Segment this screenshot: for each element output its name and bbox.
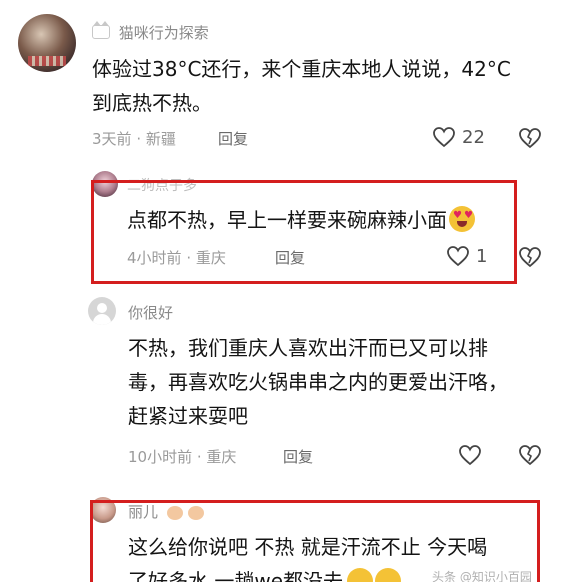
broken-heart-icon[interactable] <box>517 127 543 149</box>
reply-line: 毒，再喜欢吃火锅串串之内的更爱出汗咯， <box>128 370 508 394</box>
comment-username[interactable]: 猫咪行为探索 <box>92 20 209 43</box>
cat-icon <box>92 20 110 39</box>
reply-button[interactable]: 回复 <box>218 128 248 149</box>
reply-username[interactable]: 你很好 <box>128 302 173 323</box>
avatar[interactable] <box>18 14 76 72</box>
timestamp: 10小时前 <box>128 448 193 466</box>
like-count: 22 <box>462 126 485 148</box>
comment-meta: 3天前 · 新疆 <box>92 128 176 149</box>
timestamp: 3天前 <box>92 130 132 148</box>
reply-body: 不热，我们重庆人喜欢出汗而已又可以排 毒，再喜欢吃火锅串串之内的更爱出汗咯， 赶… <box>128 331 548 433</box>
highlight-box <box>90 500 540 582</box>
username-text: 猫咪行为探索 <box>118 24 209 42</box>
separator: · <box>131 130 146 148</box>
comment-line: 体验过38°C还行，来个重庆本地人说说，42°C <box>92 57 511 81</box>
comment-body: 体验过38°C还行，来个重庆本地人说说，42°C 到底热不热。 <box>92 52 552 120</box>
reply-meta: 10小时前 · 重庆 <box>128 446 236 467</box>
avatar[interactable] <box>88 297 116 325</box>
reply-line: 赶紧过来耍吧 <box>128 404 248 428</box>
separator: · <box>192 448 207 466</box>
like-button[interactable]: 22 <box>432 126 485 148</box>
reply-line: 不热，我们重庆人喜欢出汗而已又可以排 <box>128 336 488 360</box>
highlight-box <box>91 180 517 284</box>
comment-line: 到底热不热。 <box>92 91 212 115</box>
reply-button[interactable]: 回复 <box>283 446 313 467</box>
location: 新疆 <box>145 130 176 148</box>
location: 重庆 <box>206 448 237 466</box>
broken-heart-icon[interactable] <box>517 444 543 466</box>
broken-heart-icon[interactable] <box>517 246 543 268</box>
heart-icon <box>433 127 455 148</box>
heart-icon[interactable] <box>458 444 482 466</box>
